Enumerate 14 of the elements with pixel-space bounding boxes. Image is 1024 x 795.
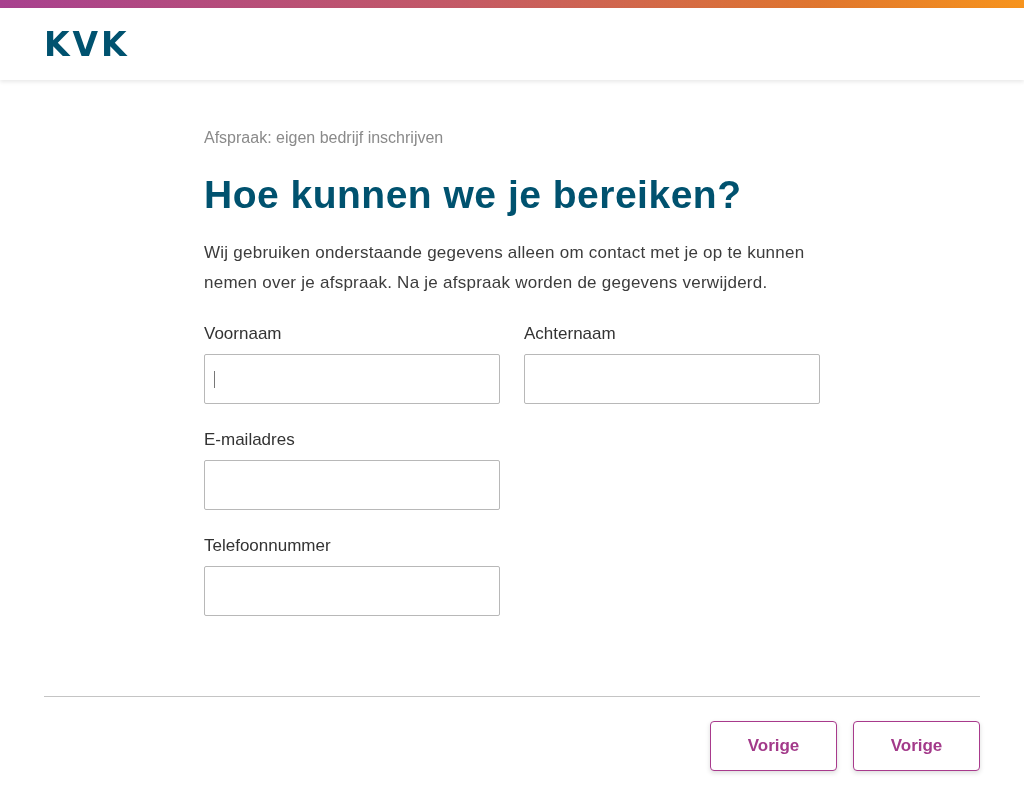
- page-title: Hoe kunnen we je bereiken?: [204, 172, 743, 218]
- input-field[interactable]: [204, 566, 500, 616]
- logo[interactable]: KVK: [44, 27, 130, 61]
- previous-button[interactable]: Vorige: [710, 721, 837, 771]
- field-label: E-mailadres: [204, 429, 296, 451]
- previous-button[interactable]: Vorige: [853, 721, 980, 771]
- field-label: Achternaam: [524, 323, 617, 345]
- input-field[interactable]: [524, 354, 820, 404]
- field-label: Voornaam: [204, 323, 283, 345]
- input-field[interactable]: [204, 460, 500, 510]
- input-field[interactable]: [204, 354, 500, 404]
- breadcrumb-text: Afspraak: eigen bedrijf inschrijven: [204, 128, 445, 148]
- intro-paragraph: Wij gebruiken onderstaande gegevens alleen om contact met je op te kunnen nemen over je afspraak. Na je afspraak worden de gegevens verwijderd.: [204, 242, 806, 294]
- field-label: Telefoonnummer: [204, 535, 332, 557]
